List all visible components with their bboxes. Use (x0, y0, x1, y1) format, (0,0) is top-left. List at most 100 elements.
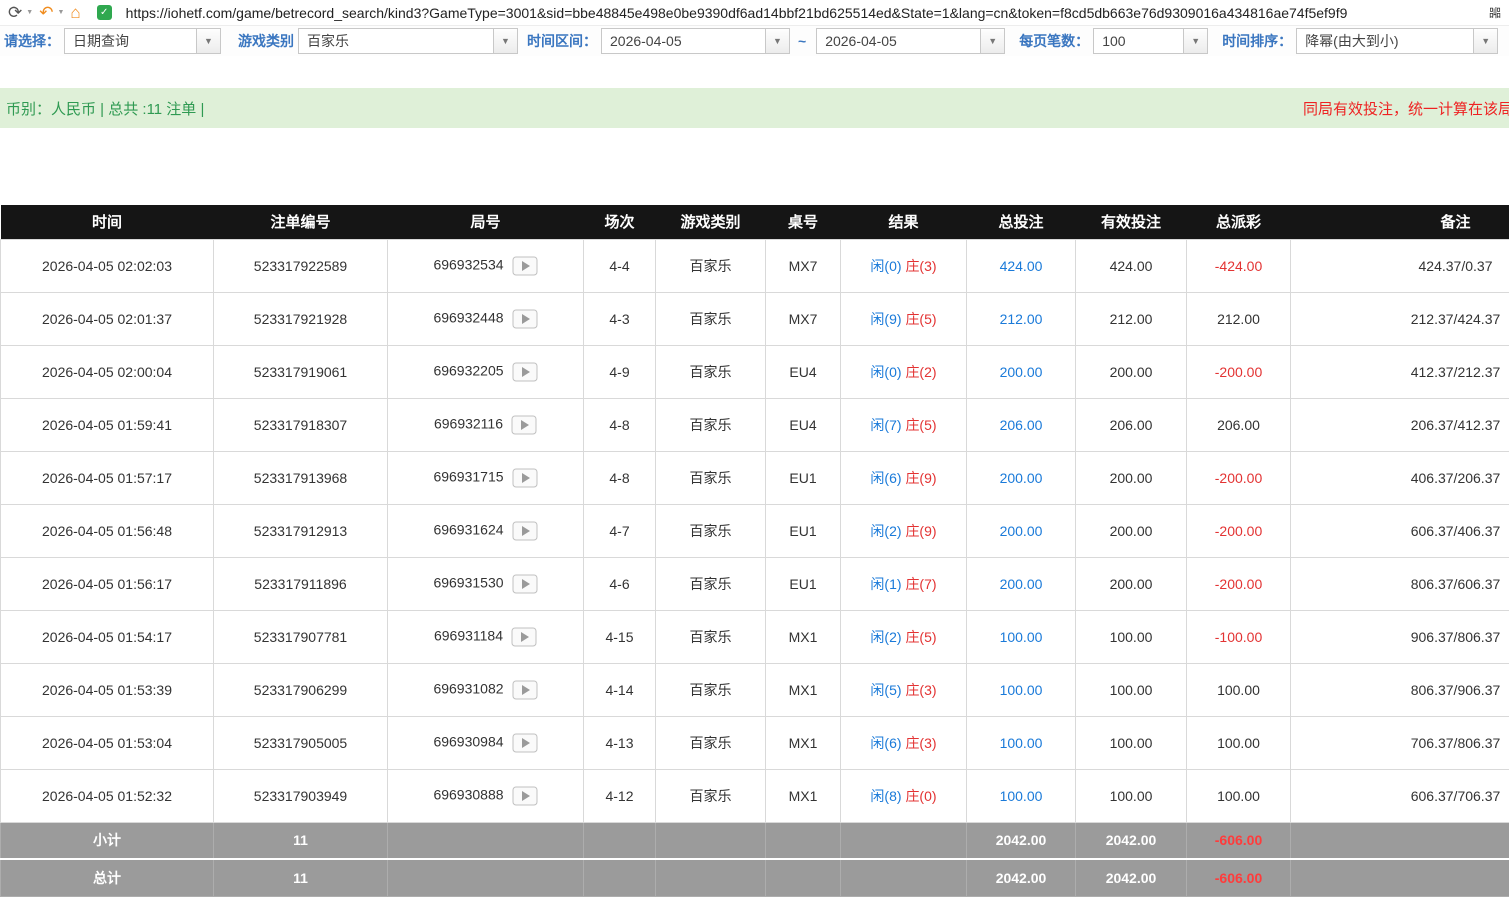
video-replay-button[interactable] (512, 680, 538, 700)
chevron-down-icon[interactable]: ▼ (1473, 29, 1497, 53)
result-cell: 闲(8) 庄(0) (841, 769, 967, 822)
total-bet-link[interactable]: 100.00 (1000, 682, 1043, 698)
total-bet-link[interactable]: 200.00 (1000, 470, 1043, 486)
payout: 100.00 (1187, 769, 1291, 822)
result-cell: 闲(7) 庄(5) (841, 398, 967, 451)
table-no: EU4 (766, 398, 841, 451)
payout: 206.00 (1187, 398, 1291, 451)
page-size-select[interactable]: 100 ▼ (1093, 28, 1208, 54)
chevron-down-icon[interactable]: ▼ (1183, 29, 1207, 53)
round-cell: 696931184 (388, 610, 584, 663)
note: 906.37/806.37 (1291, 610, 1509, 663)
banker-result: 庄(5) (905, 311, 936, 327)
subtotal-payout: -606.00 (1187, 822, 1291, 859)
session: 4-12 (584, 769, 656, 822)
chevron-down-icon[interactable]: ▼ (765, 29, 789, 53)
result-cell: 闲(0) 庄(3) (841, 239, 967, 292)
table-row: 2026-04-05 01:59:41 523317918307 6969321… (1, 398, 1509, 451)
total-bet-link[interactable]: 100.00 (1000, 735, 1043, 751)
date-to-value: 2026-04-05 (817, 29, 980, 53)
total-bet-link[interactable]: 200.00 (1000, 576, 1043, 592)
valid-bet: 212.00 (1076, 292, 1187, 345)
video-replay-button[interactable] (512, 256, 538, 276)
table-no: MX7 (766, 239, 841, 292)
bet-id: 523317922589 (214, 239, 388, 292)
bet-time: 2026-04-05 01:52:32 (1, 769, 214, 822)
date-from-select[interactable]: 2026-04-05 ▼ (601, 28, 790, 54)
site-security-icon[interactable]: ✓ (97, 5, 112, 20)
video-replay-button[interactable] (512, 521, 538, 541)
round-id: 696932205 (433, 362, 503, 378)
bet-id: 523317911896 (214, 557, 388, 610)
valid-bet: 200.00 (1076, 451, 1187, 504)
video-replay-button[interactable] (512, 309, 538, 329)
banker-result: 庄(3) (905, 682, 936, 698)
table-no: EU1 (766, 504, 841, 557)
total-bet-link[interactable]: 200.00 (1000, 523, 1043, 539)
round-cell: 696931530 (388, 557, 584, 610)
session: 4-6 (584, 557, 656, 610)
home-icon[interactable]: ⌂ (70, 4, 80, 21)
address-bar[interactable]: https://iohetf.com/game/betrecord_search… (126, 5, 1483, 21)
valid-bet: 100.00 (1076, 610, 1187, 663)
bet-id: 523317906299 (214, 663, 388, 716)
banker-result: 庄(9) (905, 470, 936, 486)
sort-value: 降幂(由大到小) (1297, 29, 1473, 53)
total-bet-link[interactable]: 212.00 (1000, 311, 1043, 327)
valid-bet: 200.00 (1076, 504, 1187, 557)
banker-result: 庄(0) (905, 788, 936, 804)
video-replay-button[interactable] (511, 627, 537, 647)
game-type: 百家乐 (656, 716, 766, 769)
valid-bet: 100.00 (1076, 769, 1187, 822)
refresh-menu-caret-icon[interactable]: ▼ (26, 9, 33, 16)
bet-time: 2026-04-05 01:56:17 (1, 557, 214, 610)
time-range-label: 时间区间： (527, 31, 597, 51)
game-type-value: 百家乐 (299, 29, 493, 53)
video-replay-button[interactable] (512, 786, 538, 806)
undo-menu-caret-icon[interactable]: ▼ (57, 9, 64, 16)
round-id: 696931082 (433, 680, 503, 696)
table-row: 2026-04-05 02:01:37 523317921928 6969324… (1, 292, 1509, 345)
total-bet-cell: 200.00 (967, 345, 1076, 398)
total-bet-cell: 100.00 (967, 716, 1076, 769)
chevron-down-icon[interactable]: ▼ (980, 29, 1004, 53)
chevron-down-icon[interactable]: ▼ (196, 29, 220, 53)
total-bet-link[interactable]: 424.00 (1000, 258, 1043, 274)
round-id: 696931530 (433, 574, 503, 590)
banker-result: 庄(5) (905, 417, 936, 433)
date-mode-select[interactable]: 日期查询 ▼ (64, 28, 221, 54)
undo-icon[interactable]: ↶ (39, 4, 53, 21)
total-bet-cell: 100.00 (967, 769, 1076, 822)
video-replay-button[interactable] (512, 733, 538, 753)
date-to-select[interactable]: 2026-04-05 ▼ (816, 28, 1005, 54)
game-type-select[interactable]: 百家乐 ▼ (298, 28, 518, 54)
result-cell: 闲(1) 庄(7) (841, 557, 967, 610)
result-cell: 闲(5) 庄(3) (841, 663, 967, 716)
refresh-icon[interactable]: ⟳ (8, 4, 22, 21)
total-bet-link[interactable]: 100.00 (1000, 788, 1043, 804)
valid-bet: 206.00 (1076, 398, 1187, 451)
chevron-down-icon[interactable]: ▼ (493, 29, 517, 53)
video-replay-button[interactable] (512, 574, 538, 594)
total-bet-cell: 200.00 (967, 504, 1076, 557)
bet-time: 2026-04-05 01:57:17 (1, 451, 214, 504)
browser-extension-icon[interactable]: 嘂 (1489, 4, 1501, 21)
round-cell: 696931082 (388, 663, 584, 716)
note: 206.37/412.37 (1291, 398, 1509, 451)
total-bet-link[interactable]: 200.00 (1000, 364, 1043, 380)
video-replay-button[interactable] (512, 362, 538, 382)
video-replay-button[interactable] (511, 415, 537, 435)
game-type: 百家乐 (656, 239, 766, 292)
total-bet-cell: 424.00 (967, 239, 1076, 292)
player-result: 闲(0) (870, 258, 901, 274)
game-type: 百家乐 (656, 557, 766, 610)
total-bet-link[interactable]: 100.00 (1000, 629, 1043, 645)
banker-result: 庄(3) (905, 735, 936, 751)
col-header-time: 时间 (1, 205, 214, 239)
payout: -200.00 (1187, 557, 1291, 610)
select-mode-label: 请选择： (4, 31, 60, 51)
video-replay-button[interactable] (512, 468, 538, 488)
sort-select[interactable]: 降幂(由大到小) ▼ (1296, 28, 1498, 54)
total-bet-link[interactable]: 206.00 (1000, 417, 1043, 433)
round-cell: 696930984 (388, 716, 584, 769)
